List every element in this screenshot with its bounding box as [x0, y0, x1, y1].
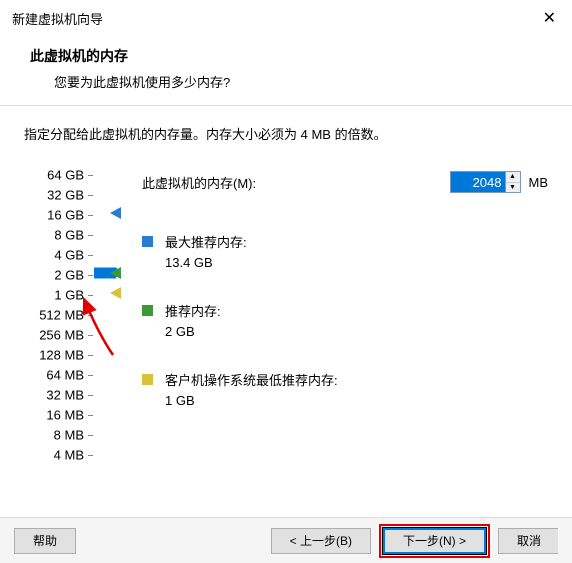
max-label: 最大推荐内存:: [165, 233, 247, 253]
spin-down-icon[interactable]: ▼: [506, 183, 520, 193]
memory-label: 此虚拟机的内存(M):: [142, 173, 256, 192]
rec-memory-info: 推荐内存: 2 GB: [142, 302, 548, 341]
memory-input[interactable]: [451, 172, 505, 192]
scale-tick-label: 4 MB: [54, 448, 84, 463]
min-value: 1 GB: [165, 391, 338, 411]
close-icon[interactable]: ✕: [539, 8, 560, 28]
scale-tick-label: 512 MB: [39, 308, 84, 323]
scale-markers: [92, 171, 132, 461]
memory-input-wrapper: ▲ ▼: [450, 171, 521, 193]
content-area: 指定分配给此虚拟机的内存量。内存大小必须为 4 MB 的倍数。 64 GB 32 …: [0, 106, 572, 471]
scale-tick-label: 128 MB: [39, 348, 84, 363]
min-marker-icon: [110, 287, 121, 299]
square-icon: [142, 236, 153, 247]
titlebar: 新建虚拟机向导 ✕: [0, 0, 572, 36]
footer: 帮助 < 上一步(B) 下一步(N) > 取消: [0, 517, 572, 563]
scale-tick-label: 16 MB: [46, 408, 84, 423]
cancel-button[interactable]: 取消: [498, 528, 558, 554]
wizard-header: 此虚拟机的内存 您要为此虚拟机使用多少内存?: [0, 36, 572, 106]
rec-label: 推荐内存:: [165, 302, 221, 322]
scale-tick-label: 4 GB: [54, 248, 84, 263]
max-memory-info: 最大推荐内存: 13.4 GB: [142, 233, 548, 272]
header-title: 此虚拟机的内存: [30, 46, 542, 66]
min-label: 客户机操作系统最低推荐内存:: [165, 371, 338, 391]
next-button-highlight: 下一步(N) >: [379, 524, 490, 558]
help-button[interactable]: 帮助: [14, 528, 76, 554]
memory-spinner: ▲ ▼: [505, 172, 520, 192]
square-icon: [142, 305, 153, 316]
square-icon: [142, 374, 153, 385]
min-memory-info: 客户机操作系统最低推荐内存: 1 GB: [142, 371, 548, 410]
scale-tick-label: 1 GB: [54, 288, 84, 303]
scale-tick-label: 16 GB: [47, 208, 84, 223]
max-marker-icon: [110, 207, 121, 219]
instruction-text: 指定分配给此虚拟机的内存量。内存大小必须为 4 MB 的倍数。: [24, 124, 548, 143]
memory-config-area: 64 GB 32 GB 16 GB 8 GB 4 GB 2 GB 1 GB 512 MB 256…: [24, 171, 548, 461]
memory-scale: 64 GB 32 GB 16 GB 8 GB 4 GB 2 GB 1 GB 512 MB 256…: [24, 171, 92, 461]
right-panel: 此虚拟机的内存(M): ▲ ▼ MB 最大推荐内存: 13.4 GB: [92, 171, 548, 461]
scale-tick-label: 32 GB: [47, 188, 84, 203]
rec-marker-icon: [110, 267, 121, 279]
scale-tick-label: 64 GB: [47, 168, 84, 183]
scale-tick-label: 256 MB: [39, 328, 84, 343]
window-title: 新建虚拟机向导: [12, 9, 103, 28]
scale-tick-label: 8 GB: [54, 228, 84, 243]
scale-tick-label: 32 MB: [46, 388, 84, 403]
scale-tick-label: 2 GB: [54, 268, 84, 283]
back-button[interactable]: < 上一步(B): [271, 528, 371, 554]
header-subtitle: 您要为此虚拟机使用多少内存?: [30, 72, 542, 91]
memory-unit: MB: [529, 175, 549, 190]
spin-up-icon[interactable]: ▲: [506, 172, 520, 183]
rec-value: 2 GB: [165, 322, 221, 342]
scale-tick-label: 64 MB: [46, 368, 84, 383]
memory-input-row: 此虚拟机的内存(M): ▲ ▼ MB: [142, 171, 548, 193]
next-button[interactable]: 下一步(N) >: [383, 528, 486, 554]
scale-tick-label: 8 MB: [54, 428, 84, 443]
max-value: 13.4 GB: [165, 253, 247, 273]
